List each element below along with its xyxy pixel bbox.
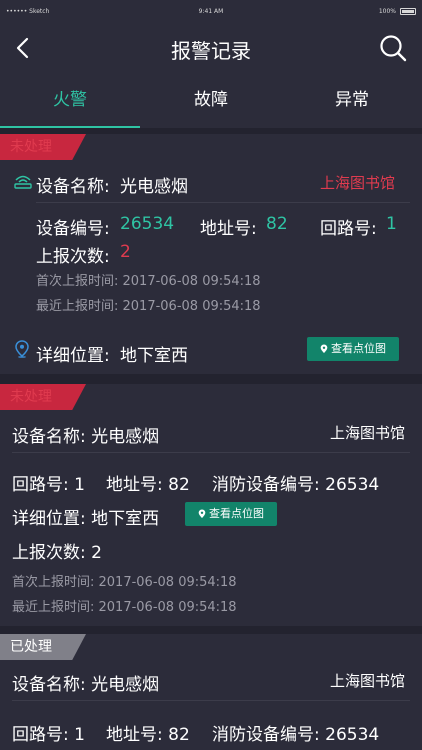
map-pin-icon [15, 340, 29, 358]
status-time: 9:41 AM [198, 8, 224, 15]
loop-label: 回路号: [320, 219, 377, 239]
divider [12, 700, 410, 701]
page-title: 报警记录 [171, 39, 251, 63]
fire-device-no: 消防设备编号: 26534 [212, 725, 380, 745]
first-report-time: 首次上报时间: 2017-06-08 09:54:18 [36, 274, 261, 289]
view-map-label: 查看点位图 [331, 342, 386, 355]
loop-value: 1 [386, 214, 397, 234]
map-pin-icon [320, 344, 328, 353]
address-info: 地址号: 82 [106, 475, 190, 495]
loop-info: 回路号: 1 [12, 475, 85, 495]
location-name: 上海图书馆 [330, 672, 406, 690]
device-name: 光电感烟 [120, 177, 188, 197]
tab-fault[interactable]: 故障 [141, 74, 281, 128]
battery-percent: 100% [378, 8, 396, 15]
location-name: 上海图书馆 [330, 424, 406, 442]
device-no-value: 26534 [120, 214, 175, 234]
report-count-value: 2 [120, 242, 131, 262]
view-map-button[interactable]: 查看点位图 [307, 337, 399, 361]
address-info: 地址号: 82 [106, 725, 190, 745]
map-pin-icon [198, 509, 206, 518]
detail-location-label: 详细位置: [36, 346, 110, 366]
tab-fire-alarm[interactable]: 火警 [0, 74, 140, 128]
location-name: 上海图书馆 [320, 174, 396, 192]
status-badge: 未处理 [0, 384, 86, 410]
battery-icon [400, 8, 416, 15]
device-name: 设备名称: 光电感烟 [12, 675, 160, 695]
alarm-card[interactable]: 已处理 设备名称: 光电感烟 上海图书馆 回路号: 1 地址号: 82 消防设备… [0, 634, 422, 750]
view-map-button[interactable]: 查看点位图 [185, 502, 277, 526]
divider [36, 202, 410, 203]
navigation-bar: 报警记录 [0, 22, 422, 74]
tab-bar: 火警 故障 异常 [0, 74, 422, 128]
search-icon[interactable] [378, 33, 408, 63]
tab-abnormal[interactable]: 异常 [282, 74, 422, 128]
report-count: 上报次数: 2 [12, 543, 102, 563]
alarm-card[interactable]: 未处理 设备名称: 光电感烟 上海图书馆 回路号: 1 地址号: 82 消防设备… [0, 384, 422, 626]
active-tab-indicator [0, 126, 140, 128]
first-report-time: 首次上报时间: 2017-06-08 09:54:18 [12, 575, 237, 590]
address-label: 地址号: [200, 219, 257, 239]
last-report-time: 最近上报时间: 2017-06-08 09:54:18 [36, 299, 261, 314]
device-no-label: 设备编号: [36, 219, 110, 239]
device-name-label: 设备名称: [36, 177, 110, 197]
address-value: 82 [266, 214, 288, 234]
smoke-detector-icon [14, 175, 32, 189]
loop-info: 回路号: 1 [12, 725, 85, 745]
status-badge: 未处理 [0, 134, 86, 160]
divider [12, 452, 410, 453]
detail-location: 地下室西 [120, 346, 188, 366]
view-map-label: 查看点位图 [209, 507, 264, 520]
alarm-card[interactable]: 未处理 设备名称: 光电感烟 上海图书馆 设备编号: 26534 地址号: 82… [0, 134, 422, 374]
last-report-time: 最近上报时间: 2017-06-08 09:54:18 [12, 600, 237, 615]
report-count-label: 上报次数: [36, 247, 110, 267]
status-bar: •••••• Sketch 9:41 AM 100% [0, 0, 422, 22]
fire-device-no: 消防设备编号: 26534 [212, 475, 380, 495]
detail-location: 详细位置: 地下室西 [12, 509, 160, 529]
status-badge: 已处理 [0, 634, 86, 660]
device-name: 设备名称: 光电感烟 [12, 427, 160, 447]
